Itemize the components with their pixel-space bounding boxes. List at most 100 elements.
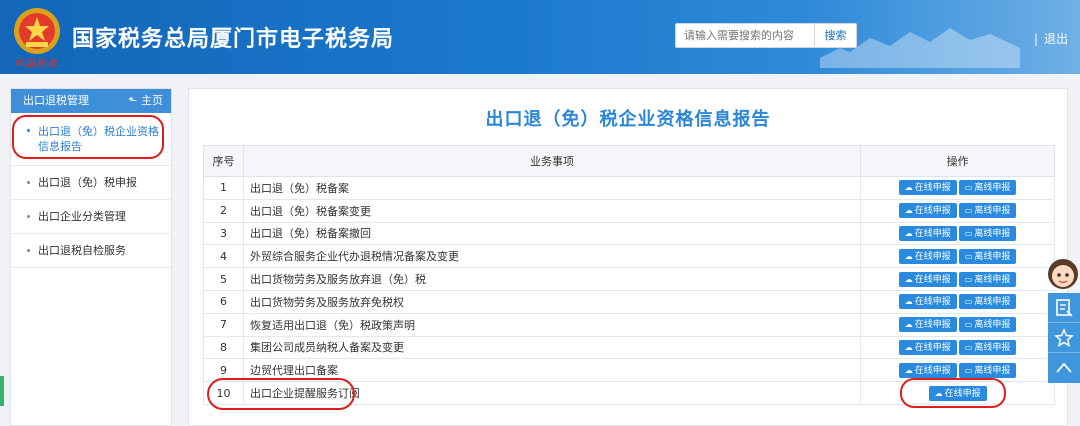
online-declare-button[interactable]: ☁ 在线申报 [898,362,957,378]
table-row: 2 出口退（免）税备案变更 ☁ 在线申报 ▭ 离线申报 [203,198,1055,223]
sidebar-item-refund-declaration[interactable]: 出口退（免）税申报 [11,166,171,200]
column-header-seq: 序号 [203,145,244,177]
row-item-name: 出口货物劳务及服务放弃退（免）税 [242,267,862,291]
offline-declare-button[interactable]: ▭ 离线申报 [958,180,1017,196]
row-ops: ☁ 在线申报 ▭ 离线申报 [860,267,1055,291]
monitor-icon: ▭ [964,206,973,216]
table-row: 1 出口退（免）税备案 ☁ 在线申报 ▭ 离线申报 [203,176,1055,200]
online-declare-button[interactable]: ☁ 在线申报 [898,203,957,219]
offline-declare-label: 离线申报 [974,228,1011,239]
star-icon[interactable] [1048,323,1080,353]
cloud-upload-icon: ☁ [904,206,913,216]
monitor-icon: ▭ [964,251,973,261]
row-seq: 1 [203,176,244,200]
online-declare-button[interactable]: ☁ 在线申报 [898,248,957,264]
row-item-name: 出口货物劳务及服务放弃免税权 [242,289,862,314]
online-declare-label: 在线申报 [914,342,951,353]
monitor-icon: ▭ [964,297,973,307]
offline-declare-button[interactable]: ▭ 离线申报 [958,203,1017,219]
online-declare-label: 在线申报 [914,183,951,194]
row-item-name: 恢复适用出口退（免）税政策声明 [242,312,862,337]
feedback-icon[interactable] [1048,293,1080,323]
online-declare-button[interactable]: ☁ 在线申报 [898,271,957,287]
site-header: 中国税务 国家税务总局厦门市电子税务局 搜索 | 退出 [0,0,1080,74]
float-toolbar [1048,293,1080,383]
table-row: 6 出口货物劳务及服务放弃免税权 ☁ 在线申报 ▭ 离线申报 [203,289,1055,314]
sidebar-item-label: 出口退（免）税申报 [38,176,137,189]
online-declare-label: 在线申报 [914,274,951,285]
back-to-top-icon[interactable] [1048,353,1080,383]
row-seq: 3 [203,221,244,246]
row-seq: 2 [203,198,244,223]
monitor-icon: ▭ [964,183,973,193]
offline-declare-label: 离线申报 [974,342,1011,353]
row-ops: ☁ 在线申报 ▭ 离线申报 [860,221,1055,246]
row-item-name: 出口退（免）税备案撤回 [242,221,862,246]
row-ops: ☁ 在线申报 ▭ 离线申报 [860,176,1055,200]
sidebar-header: 出口退税管理 ⬑ 主页 [11,89,171,113]
online-declare-button[interactable]: ☁ 在线申报 [898,294,957,310]
search-input[interactable] [675,23,815,48]
row-ops: ☁ 在线申报 ▭ 离线申报 [860,244,1055,269]
row-item-name: 出口退（免）税备案 [242,176,862,200]
row-ops: ☁ 在线申报 ▭ 离线申报 [860,335,1055,360]
cloud-upload-icon: ☁ [904,320,913,330]
offline-declare-label: 离线申报 [974,251,1011,262]
search-button[interactable]: 搜索 [815,23,857,48]
offline-declare-button[interactable]: ▭ 离线申报 [958,248,1017,264]
online-declare-button[interactable]: ☁ 在线申报 [898,317,957,333]
monitor-icon: ▭ [964,342,973,352]
offline-declare-button[interactable]: ▭ 离线申报 [958,339,1017,355]
row-ops: ☁ 在线申报 ▭ 离线申报 [860,198,1055,223]
row-ops: ☁ 在线申报 ▭ 离线申报 [860,312,1055,337]
row-ops: ☁ 在线申报 ▭ 离线申报 [860,289,1055,314]
cloud-upload-icon: ☁ [904,274,913,284]
table-row: 4 外贸综合服务企业代办退税情况备案及变更 ☁ 在线申报 ▭ 离线申报 [203,244,1055,269]
table-row: 5 出口货物劳务及服务放弃退（免）税 ☁ 在线申报 ▭ 离线申报 [203,267,1055,291]
online-declare-label: 在线申报 [914,297,951,308]
offline-declare-label: 离线申报 [974,206,1011,217]
left-edge-tab[interactable] [0,376,4,406]
sidebar-item-self-check[interactable]: 出口退税自检服务 [11,234,171,268]
online-declare-label: 在线申报 [914,365,951,376]
row-item-name: 外贸综合服务企业代办退税情况备案及变更 [242,244,862,269]
offline-declare-label: 离线申报 [974,183,1011,194]
tax-emblem-icon [14,8,60,54]
highlight-circle-row10 [207,378,355,410]
header-separator: | [1034,32,1039,46]
offline-declare-label: 离线申报 [974,274,1011,285]
row-seq: 6 [203,289,244,314]
offline-declare-button[interactable]: ▭ 离线申报 [958,294,1017,310]
offline-declare-button[interactable]: ▭ 离线申报 [958,362,1017,378]
offline-declare-button[interactable]: ▭ 离线申报 [958,225,1017,241]
highlight-circle-online-button [900,378,1006,408]
logout-link[interactable]: 退出 [1044,32,1068,46]
online-declare-button[interactable]: ☁ 在线申报 [898,225,957,241]
online-declare-button[interactable]: ☁ 在线申报 [898,180,957,196]
online-declare-button[interactable]: ☁ 在线申报 [898,339,957,355]
offline-declare-label: 离线申报 [974,297,1011,308]
sidebar-item-label: 出口企业分类管理 [38,210,126,223]
assistant-avatar-icon[interactable] [1046,256,1080,292]
sidebar-item-label: 出口退税自检服务 [38,244,126,257]
offline-declare-button[interactable]: ▭ 离线申报 [958,317,1017,333]
home-label: 主页 [141,94,163,107]
row-seq: 7 [203,312,244,337]
offline-declare-button[interactable]: ▭ 离线申报 [958,271,1017,287]
sidebar-item-classification[interactable]: 出口企业分类管理 [11,200,171,234]
sidebar-title: 出口退税管理 [23,94,89,107]
monitor-icon: ▭ [964,228,973,238]
cloud-upload-icon: ☁ [904,297,913,307]
highlight-circle-sidebar [12,115,164,159]
home-link[interactable]: ⬑ 主页 [128,89,163,113]
items-table: 序号 业务事项 操作 1 出口退（免）税备案 ☁ 在线申报 ▭ 离线申报 2 出口退（免）税备… [203,145,1055,405]
site-title: 国家税务总局厦门市电子税务局 [72,27,395,52]
online-declare-label: 在线申报 [914,228,951,239]
online-declare-label: 在线申报 [914,251,951,262]
monitor-icon: ▭ [964,320,973,330]
table-header-row: 序号 业务事项 操作 [203,145,1055,177]
row-seq: 5 [203,267,244,291]
row-seq: 8 [203,335,244,360]
monitor-icon: ▭ [964,274,973,284]
offline-declare-label: 离线申报 [974,365,1011,376]
